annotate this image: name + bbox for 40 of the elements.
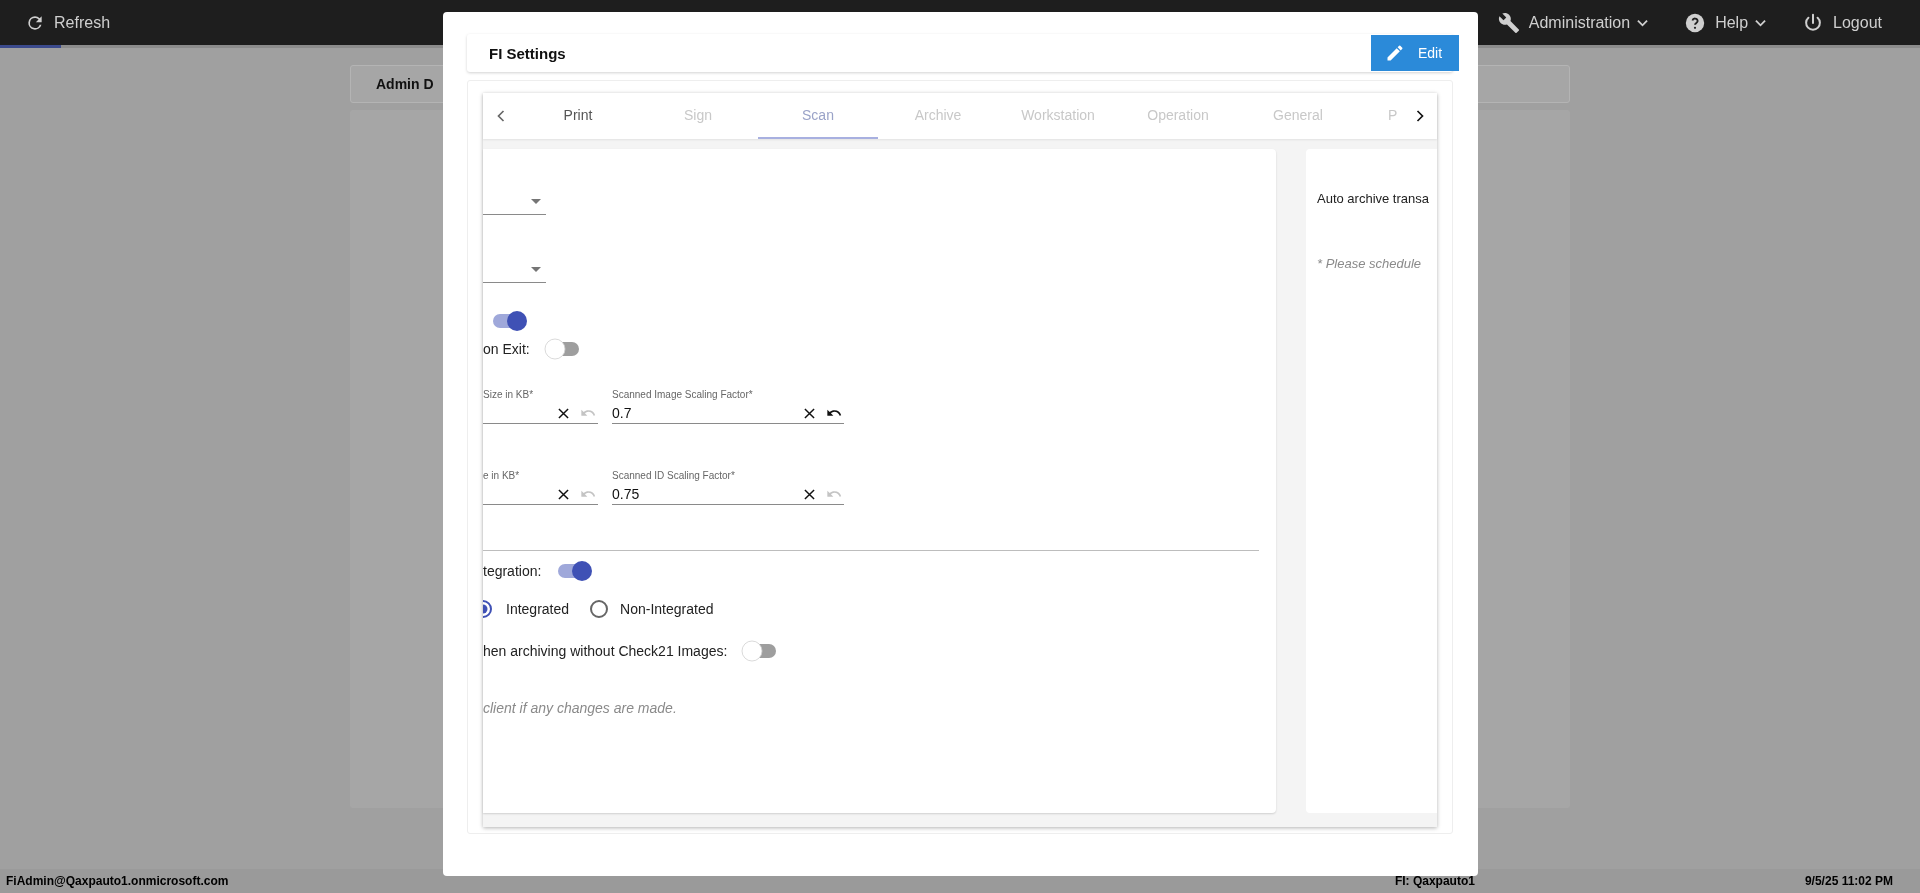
tab[interactable]: Print: [518, 93, 638, 139]
radio-label: Non-Integrated: [620, 601, 714, 617]
setting-label: tegration:: [483, 563, 542, 579]
radio-label: Integrated: [506, 601, 570, 617]
page-title: Admin D: [376, 76, 434, 92]
input-field[interactable]: e in KB*: [483, 470, 598, 505]
input-field[interactable]: Scanned Image Scaling Factor* 0.7: [612, 389, 844, 424]
help-icon: [1684, 11, 1707, 34]
date-time: 9/5/25 11:02 PM: [1804, 874, 1893, 888]
note-text: * Please schedule: [1317, 256, 1423, 271]
setting-label: hen archiving without Check21 Images:: [483, 643, 728, 659]
menu-button[interactable]: Administration: [1497, 11, 1649, 34]
menu-button[interactable]: Help: [1684, 11, 1767, 34]
input-field[interactable]: Scanned ID Scaling Factor* 0.75: [612, 470, 844, 505]
setting-label: on Exit:: [483, 341, 530, 357]
clear-icon[interactable]: [804, 407, 815, 419]
clear-icon[interactable]: [558, 488, 569, 500]
input-field[interactable]: Size in KB*: [483, 389, 598, 424]
chevron-right-icon[interactable]: [1415, 109, 1425, 123]
pencil-icon: [1385, 43, 1405, 63]
wrench-icon: [1497, 11, 1520, 34]
toggle-switch[interactable]: [543, 338, 582, 360]
toggle-switch[interactable]: [555, 560, 594, 582]
caret-down-icon: [531, 199, 541, 204]
caret-down-icon: [531, 267, 541, 272]
clear-icon[interactable]: [804, 488, 815, 500]
fi-name: FI: Qaxpauto1: [1394, 874, 1475, 888]
refresh-button[interactable]: Refresh: [25, 12, 111, 33]
toggle-switch[interactable]: [490, 310, 528, 332]
radio-button[interactable]: [483, 599, 493, 619]
chevron-left-icon[interactable]: [496, 109, 506, 123]
note-text: client if any changes are made.: [483, 700, 677, 716]
setting-label: Auto archive transa: [1317, 191, 1430, 206]
clear-icon[interactable]: [558, 407, 569, 419]
active-indicator: [0, 45, 61, 48]
user-email: FiAdmin@Qaxpauto1.onmicrosoft.com: [6, 874, 229, 888]
dialog-title: FI Settings: [489, 44, 566, 62]
radio-button[interactable]: [589, 599, 610, 619]
edit-button[interactable]: Edit: [1371, 35, 1459, 71]
menu-button[interactable]: Logout: [1802, 11, 1882, 34]
